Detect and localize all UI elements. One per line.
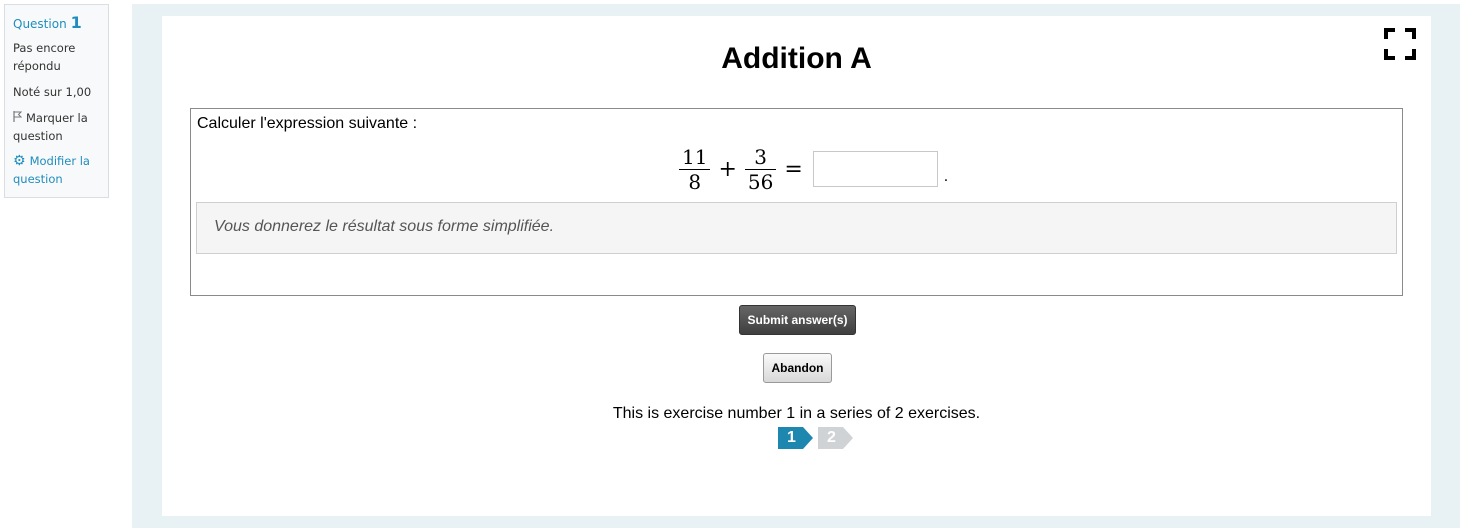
- question-state: Pas encore répondu: [13, 41, 76, 73]
- exercise-content: Addition A Calculer l'expression suivant…: [162, 16, 1431, 516]
- fraction-1-numerator: 11: [682, 144, 708, 169]
- plus-operator: +: [718, 156, 737, 182]
- flag-icon: [13, 109, 23, 127]
- gear-icon: ⚙: [13, 153, 26, 169]
- question-prompt: Calculer l'expression suivante :: [197, 115, 418, 132]
- abandon-button[interactable]: Abandon: [763, 353, 832, 383]
- page-step-2[interactable]: 2: [818, 427, 854, 449]
- flag-label: Marquer la question: [13, 111, 88, 143]
- question-number-value: 1: [70, 13, 82, 32]
- page-step-label: 2: [827, 429, 836, 446]
- submit-button[interactable]: Submit answer(s): [739, 305, 856, 335]
- fraction-2: 3 56: [744, 144, 777, 194]
- fraction-1-denominator: 8: [688, 169, 702, 194]
- flag-question-link[interactable]: Marquer la question: [13, 109, 108, 145]
- exercise-pager: 1 2: [778, 427, 854, 451]
- answer-input[interactable]: [812, 151, 938, 187]
- edit-question-link[interactable]: ⚙ Modifier la question: [13, 152, 108, 188]
- series-progress-text: This is exercise number 1 in a series of…: [612, 405, 981, 422]
- question-grade: Noté sur 1,00: [13, 85, 92, 99]
- equals-operator: =: [784, 156, 803, 182]
- exercise-title: Addition A: [721, 42, 872, 75]
- question-info-panel: Question 1 Pas encore répondu Noté sur 1…: [4, 4, 109, 198]
- question-box: Calculer l'expression suivante : 11 8 + …: [190, 108, 1403, 296]
- hint-box: Vous donnerez le résultat sous forme sim…: [196, 202, 1397, 254]
- trailing-period: .: [943, 169, 949, 185]
- fraction-1: 11 8: [679, 144, 711, 194]
- page-step-1[interactable]: 1: [778, 427, 814, 449]
- page-step-label: 1: [787, 429, 796, 446]
- question-number: Question 1: [13, 14, 108, 33]
- question-label: Question: [13, 17, 67, 31]
- fraction-2-numerator: 3: [754, 144, 767, 169]
- exercise-frame: Addition A Calculer l'expression suivant…: [132, 4, 1460, 528]
- math-expression: 11 8 + 3 56 = .: [677, 143, 948, 195]
- fraction-2-denominator: 56: [747, 169, 774, 194]
